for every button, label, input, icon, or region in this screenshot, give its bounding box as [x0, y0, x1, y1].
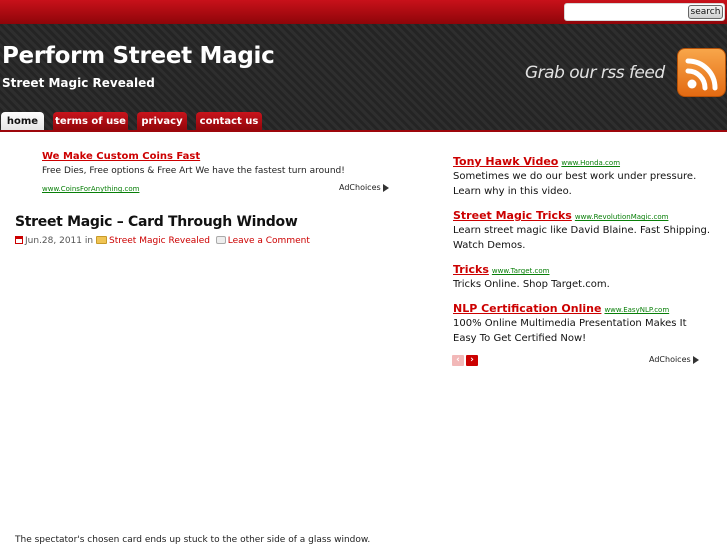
- adchoices-icon: [382, 183, 389, 192]
- sidebar-ad-title[interactable]: Tricks: [453, 263, 489, 276]
- chevron-left-icon: ‹: [456, 355, 460, 365]
- site-header: Perform Street Magic Street Magic Reveal…: [0, 24, 727, 132]
- top-ad-description: Free Dies, Free options & Free Art We ha…: [42, 166, 345, 176]
- calendar-icon: [15, 236, 23, 244]
- nav-tab-contact-us[interactable]: contact us: [196, 112, 262, 132]
- sidebar-ad: Tricks www.Target.com Tricks Online. Shop…: [453, 263, 713, 292]
- search-box: search: [564, 3, 725, 21]
- header-divider: [0, 130, 727, 132]
- nav-tab-privacy[interactable]: privacy: [137, 112, 187, 132]
- post-meta: Jun.28, 2011 in Street Magic Revealed Le…: [15, 236, 310, 246]
- top-ad-title[interactable]: We Make Custom Coins Fast: [42, 151, 402, 162]
- sidebar-ad-url[interactable]: www.RevolutionMagic.com: [575, 213, 669, 221]
- comment-icon: [215, 236, 226, 244]
- sidebar-adchoices[interactable]: AdChoices: [649, 355, 699, 364]
- sidebar-ad-description: 100% Online Multimedia Presentation Make…: [453, 318, 687, 344]
- sidebar-ad-description: Learn street magic like David Blaine. Fa…: [453, 225, 711, 251]
- sidebar-ad-url[interactable]: www.EasyNLP.com: [604, 306, 669, 314]
- sidebar-ad: NLP Certification Online www.EasyNLP.com …: [453, 302, 713, 346]
- sidebar-ad-title[interactable]: Street Magic Tricks: [453, 209, 572, 222]
- ad-prev-button[interactable]: ‹: [452, 355, 464, 366]
- adchoices-label: AdChoices: [649, 355, 691, 364]
- sidebar-ad-url[interactable]: www.Target.com: [492, 267, 550, 275]
- post-category-link[interactable]: Street Magic Revealed: [109, 236, 210, 246]
- post-excerpt: The spectator's chosen card ends up stuc…: [15, 535, 371, 545]
- top-bar: search: [0, 0, 727, 24]
- post-in-label: in: [84, 236, 94, 246]
- sidebar-ads: Tony Hawk Video www.Honda.com Sometimes w…: [453, 155, 713, 356]
- folder-icon: [95, 236, 107, 244]
- site-title[interactable]: Perform Street Magic: [2, 43, 275, 69]
- top-adchoices[interactable]: AdChoices: [339, 183, 389, 192]
- site-tagline: Street Magic Revealed: [2, 76, 155, 90]
- search-input[interactable]: [568, 5, 686, 19]
- rss-feed-text[interactable]: Grab our rss feed: [525, 63, 665, 83]
- sidebar-ad-url[interactable]: www.Honda.com: [561, 159, 620, 167]
- sidebar-ad: Tony Hawk Video www.Honda.com Sometimes w…: [453, 155, 713, 199]
- top-ad-url[interactable]: www.CoinsForAnything.com: [42, 185, 139, 193]
- ad-next-button[interactable]: ›: [466, 355, 478, 366]
- sidebar-ad-description: Sometimes we do our best work under pres…: [453, 171, 697, 197]
- adchoices-label: AdChoices: [339, 183, 381, 192]
- nav-tab-terms-of-use[interactable]: terms of use: [53, 112, 128, 132]
- post-video-area: [15, 256, 435, 526]
- sidebar-ad-title[interactable]: Tony Hawk Video: [453, 155, 558, 168]
- sidebar-ad: Street Magic Tricks www.RevolutionMagic.c…: [453, 209, 713, 253]
- adchoices-icon: [692, 355, 699, 364]
- chevron-right-icon: ›: [470, 355, 474, 365]
- nav-tab-home[interactable]: home: [1, 112, 44, 132]
- post-date: Jun.28, 2011: [25, 236, 83, 246]
- search-button[interactable]: search: [688, 5, 723, 19]
- post-title[interactable]: Street Magic – Card Through Window: [15, 214, 298, 230]
- sidebar-ad-description: Tricks Online. Shop Target.com.: [453, 279, 610, 290]
- rss-icon[interactable]: [677, 48, 726, 97]
- leave-comment-link[interactable]: Leave a Comment: [228, 236, 310, 246]
- sidebar-ad-title[interactable]: NLP Certification Online: [453, 302, 601, 315]
